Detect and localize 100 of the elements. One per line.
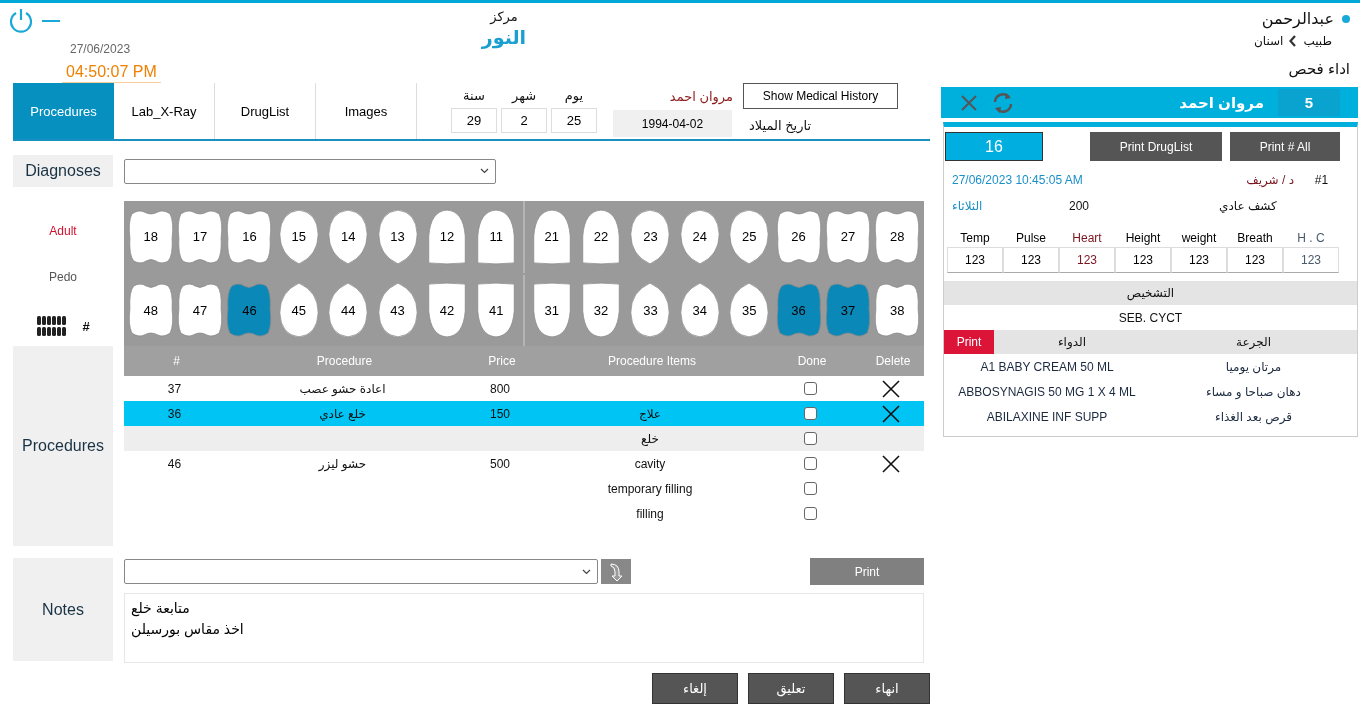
vital-value[interactable]: 123 bbox=[947, 247, 1003, 273]
vital-label: weight bbox=[1180, 231, 1218, 245]
column-header: Price bbox=[488, 354, 516, 368]
vital-value[interactable]: 123 bbox=[1115, 247, 1171, 273]
table-row[interactable]: temporary filling bbox=[124, 476, 924, 501]
medical-history-button[interactable]: Show Medical History bbox=[743, 83, 898, 109]
queue-number: 5 bbox=[1278, 89, 1340, 116]
birth-date-field[interactable]: 1994-04-02 bbox=[613, 110, 732, 137]
table-cell: 46 bbox=[167, 456, 182, 471]
print-button[interactable]: Print bbox=[810, 558, 924, 585]
breadcrumb-item[interactable]: اسنان bbox=[1253, 34, 1284, 48]
action-button[interactable]: انهاء bbox=[844, 673, 930, 704]
drug-name: ABILAXINE INF SUPP bbox=[985, 409, 1109, 424]
age-field[interactable]: 2 bbox=[501, 108, 547, 133]
vital-label: Temp bbox=[959, 231, 991, 245]
vital-label: Breath bbox=[1236, 231, 1274, 245]
vital-value[interactable]: 123 bbox=[1283, 247, 1339, 273]
done-checkbox[interactable] bbox=[803, 482, 817, 495]
table-cell: علاج bbox=[638, 406, 662, 421]
current-date: 27/06/2023 bbox=[70, 42, 132, 57]
insert-button[interactable] bbox=[601, 559, 631, 584]
print-button[interactable]: Print bbox=[944, 330, 994, 354]
print-druglist-button[interactable]: Print DrugList bbox=[1090, 132, 1222, 161]
table-cell: 150 bbox=[490, 406, 510, 421]
power-icon[interactable] bbox=[8, 7, 34, 34]
close-icon[interactable] bbox=[961, 94, 977, 111]
drug-dose: مرتان يوميا bbox=[1224, 359, 1283, 374]
age-label: سنة bbox=[463, 88, 485, 103]
table-cell: حشو ليزر bbox=[318, 456, 367, 471]
vital-label: H . C bbox=[1296, 231, 1326, 245]
notes-label: Notes bbox=[13, 558, 113, 661]
drug-name: A1 BABY CREAM 50 ML bbox=[979, 359, 1115, 374]
table-cell: 500 bbox=[490, 456, 510, 471]
weekday: الثلاثاء bbox=[952, 199, 984, 213]
diagnoses-label: Diagnoses bbox=[13, 155, 113, 187]
birth-date-label: تاريخ الميلاد bbox=[748, 118, 813, 135]
column-header: Done bbox=[797, 354, 827, 368]
age-label: شهر bbox=[511, 88, 537, 103]
table-cell: filling bbox=[636, 506, 664, 521]
refresh-icon[interactable] bbox=[991, 90, 1015, 115]
column-header: Procedure Items bbox=[608, 354, 697, 368]
table-cell: خلع عادي bbox=[319, 406, 366, 421]
drug-dose: قرص بعد الغذاء bbox=[1214, 409, 1293, 424]
done-checkbox[interactable] bbox=[803, 507, 817, 520]
table-row[interactable]: خلع bbox=[124, 426, 924, 451]
vital-value[interactable]: 123 bbox=[1059, 247, 1115, 273]
patient-name: مروان احمد bbox=[669, 88, 733, 104]
visit-fee: 200 bbox=[1069, 199, 1091, 213]
age-label: يوم bbox=[564, 88, 584, 103]
notes-select[interactable] bbox=[124, 559, 598, 584]
chevron-icon bbox=[1289, 35, 1298, 47]
delete-button[interactable] bbox=[881, 378, 901, 399]
age-field[interactable]: 29 bbox=[451, 108, 497, 133]
action-button[interactable]: تعليق bbox=[748, 673, 834, 704]
dentition-option[interactable]: Adult bbox=[43, 223, 83, 239]
done-checkbox[interactable] bbox=[803, 432, 817, 445]
patient-name: مروان احمد bbox=[1179, 93, 1264, 112]
breadcrumb-item[interactable]: طبيب bbox=[1303, 34, 1332, 48]
table-row[interactable]: filling bbox=[124, 501, 924, 526]
diagnosis-value: SEB. CYCT bbox=[1117, 309, 1184, 327]
table-cell: cavity bbox=[634, 456, 666, 471]
user-name: عبدالرحمن bbox=[1261, 9, 1334, 28]
table-cell: خلع bbox=[641, 431, 659, 446]
vital-value[interactable]: 123 bbox=[1003, 247, 1059, 273]
procedures-label: Procedures bbox=[13, 346, 113, 546]
age-field[interactable]: 25 bbox=[551, 108, 597, 133]
table-cell: اعادة حشو عصب bbox=[299, 381, 386, 396]
delete-button[interactable] bbox=[881, 403, 901, 424]
center-label: مركز bbox=[490, 9, 518, 24]
done-checkbox[interactable] bbox=[803, 457, 817, 470]
column-header: Delete bbox=[875, 354, 911, 368]
vital-label: Pulse bbox=[1015, 231, 1047, 245]
diagnoses-select[interactable] bbox=[124, 158, 496, 184]
table-cell: temporary filling bbox=[607, 481, 693, 496]
column-header: # bbox=[173, 354, 180, 368]
print-all-button[interactable]: Print # All bbox=[1230, 132, 1340, 161]
table-cell: 800 bbox=[490, 381, 510, 396]
drug-dose: دهان صباحا و مساء bbox=[1205, 384, 1302, 399]
delete-button[interactable] bbox=[881, 453, 901, 474]
visit-datetime: 27/06/2023 10:45:05 AM bbox=[952, 173, 1084, 187]
notes-field[interactable]: متابعة خلع اخذ مقاس بورسيلن bbox=[124, 593, 924, 663]
minimize-icon[interactable] bbox=[42, 18, 60, 23]
done-checkbox[interactable] bbox=[803, 407, 817, 420]
number-toggle[interactable]: # bbox=[82, 318, 90, 334]
table-cell: 37 bbox=[167, 381, 182, 396]
teeth-icon[interactable] bbox=[36, 315, 69, 337]
done-checkbox[interactable] bbox=[803, 382, 817, 395]
column-header: الجرعة bbox=[1235, 335, 1272, 349]
doctor-name: د / شريف bbox=[1246, 173, 1294, 187]
center-name: النور bbox=[481, 26, 527, 49]
status-dot bbox=[1342, 14, 1350, 23]
action-button[interactable]: إلغاء bbox=[652, 673, 738, 704]
tab[interactable]: Procedures bbox=[13, 83, 114, 139]
chevron-down-icon bbox=[582, 568, 591, 575]
vital-label: Height bbox=[1124, 231, 1162, 245]
exam-title: اداء فحص bbox=[1288, 60, 1350, 78]
dentition-option[interactable]: Pedo bbox=[43, 269, 83, 285]
vital-value[interactable]: 123 bbox=[1227, 247, 1283, 273]
vital-label: Heart bbox=[1071, 231, 1103, 245]
vital-value[interactable]: 123 bbox=[1171, 247, 1227, 273]
